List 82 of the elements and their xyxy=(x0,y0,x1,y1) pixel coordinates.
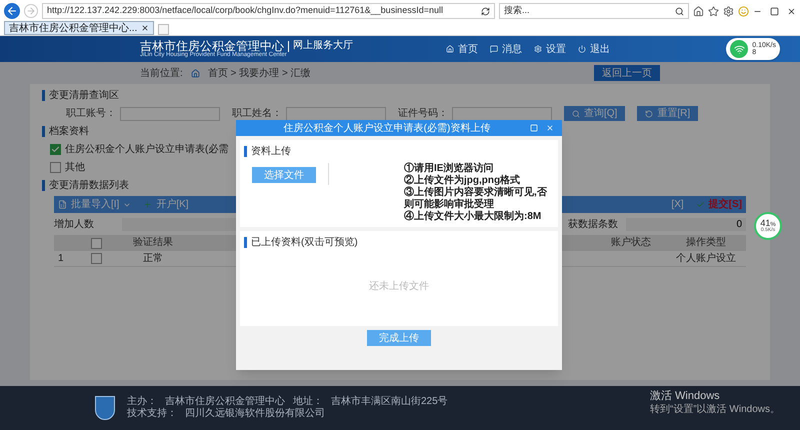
nav-link[interactable]: 首页 xyxy=(446,42,478,56)
checkbox[interactable] xyxy=(90,253,102,264)
activation-title: 激活 Windows xyxy=(650,390,721,404)
smiley-icon[interactable] xyxy=(738,6,749,16)
section-title: 变更清册查询区 xyxy=(49,88,119,103)
check-icon xyxy=(696,200,705,209)
browser-tab[interactable]: 吉林市住房公积金管理中心... xyxy=(4,21,154,35)
choose-file-button[interactable]: 选择文件 xyxy=(252,167,316,183)
upload-note: ③上传图片内容要求清晰可见,否则可能影响审批受理 xyxy=(404,187,548,210)
column-header: 操作类型 xyxy=(685,236,727,250)
nav-link[interactable]: 消息 xyxy=(490,42,522,56)
home-icon xyxy=(446,45,454,53)
close-tab-icon[interactable] xyxy=(141,24,150,32)
field-label: 职工姓名： xyxy=(232,107,282,121)
search-icon[interactable] xyxy=(675,6,684,16)
reset-icon xyxy=(645,110,654,118)
home-icon[interactable] xyxy=(693,6,704,16)
row-number: 1 xyxy=(57,252,65,266)
back-icon[interactable] xyxy=(4,3,20,19)
nav-link[interactable]: 设置 xyxy=(534,42,566,56)
footer-text: 吉林市住房公积金管理中心 xyxy=(165,397,285,407)
field-label: 证件号码： xyxy=(398,107,448,121)
input-field[interactable] xyxy=(120,106,220,120)
finish-upload-button[interactable]: 完成上传 xyxy=(367,330,431,346)
checkbox[interactable] xyxy=(50,162,61,173)
portal-title: 网上服务大厅 xyxy=(293,41,353,51)
search-icon xyxy=(572,110,580,118)
footer-text: 四川久远银海软件股份有限公司 xyxy=(185,409,325,419)
checkbox[interactable] xyxy=(90,238,102,248)
footer-label: 地址： xyxy=(293,397,323,407)
query-button[interactable]: 重置[R] xyxy=(637,106,698,121)
footer-text: 吉林市丰满区南山街225号 xyxy=(331,397,448,407)
message-icon xyxy=(490,45,498,53)
footer-label: 主办： xyxy=(127,397,157,407)
section-title: 档案资料 xyxy=(49,124,89,139)
upload-note: ④上传文件大小最大限制为:8M xyxy=(404,211,542,223)
section-title: 变更清册数据列表 xyxy=(49,178,129,193)
search-field[interactable]: 搜索... xyxy=(499,3,689,19)
toolbar-button[interactable]: 开户[K] xyxy=(143,197,189,212)
close-icon[interactable] xyxy=(787,6,796,16)
checkbox-label: 住房公积金个人账户设立申请表(必需 xyxy=(65,142,228,157)
query-button[interactable]: 查询[Q] xyxy=(564,106,626,121)
summary-field: 0 xyxy=(626,218,746,230)
empty-message: 还未上传文件 xyxy=(369,280,429,294)
summary-label: 增加人数 xyxy=(54,218,95,232)
upload-note: ②上传文件为jpg,png格式 xyxy=(404,175,522,186)
checkbox[interactable] xyxy=(50,144,61,155)
dialog-title: 住房公积金个人账户设立申请表(必需)资料上传 xyxy=(282,122,492,136)
table-cell-text: 个人账户设立 xyxy=(675,252,737,266)
plus-icon xyxy=(143,200,152,209)
logo-icon xyxy=(95,396,115,420)
settings-icon xyxy=(534,45,542,53)
breadcrumb: 首页 > 我要办理 > 汇缴 xyxy=(208,66,311,80)
table-cell-text: 正常 xyxy=(142,252,164,266)
checkbox-label: 其他 xyxy=(65,160,85,175)
star-icon[interactable] xyxy=(708,6,719,16)
upload-note: ①请用IE浏览器访问 xyxy=(404,163,494,174)
field-label: 职工账号： xyxy=(66,106,116,121)
home-icon xyxy=(190,68,200,78)
activation-text: 转到“设置”以激活 Windows。 xyxy=(650,404,780,416)
section-title: 资料上传 xyxy=(251,144,291,159)
settings-icon[interactable] xyxy=(723,6,734,16)
address-field[interactable]: http://122.137.242.229:8003/netface/local/corp/book/chgInv.do?menuid=112761&__businessId=null xyxy=(42,3,495,19)
column-header: 验证结果 xyxy=(132,236,174,250)
back-button[interactable]: 返回上一页 xyxy=(594,65,660,81)
input-field[interactable] xyxy=(452,106,552,120)
site-title: 吉林市住房公积金管理中心 xyxy=(140,40,284,52)
location-label: 当前位置: xyxy=(140,66,183,80)
input-field[interactable] xyxy=(286,106,386,120)
nav-link[interactable]: 退出 xyxy=(578,42,610,56)
refresh-icon[interactable] xyxy=(481,6,490,16)
footer-label: 技术支持： xyxy=(127,409,177,419)
toolbar-button[interactable]: 批量导入[I] xyxy=(58,197,132,212)
column-header: 账户状态 xyxy=(610,236,652,250)
section-title: 已上传资料(双击可预览) xyxy=(251,236,358,250)
spreadsheet-icon xyxy=(58,200,67,209)
logout-icon xyxy=(578,45,586,53)
new-tab-icon[interactable] xyxy=(158,24,170,35)
maximize-icon[interactable] xyxy=(770,6,779,16)
toolbar-button[interactable]: [X] xyxy=(671,197,684,212)
summary-label: 获数据条数 xyxy=(568,218,618,232)
wifi-icon xyxy=(734,44,745,54)
